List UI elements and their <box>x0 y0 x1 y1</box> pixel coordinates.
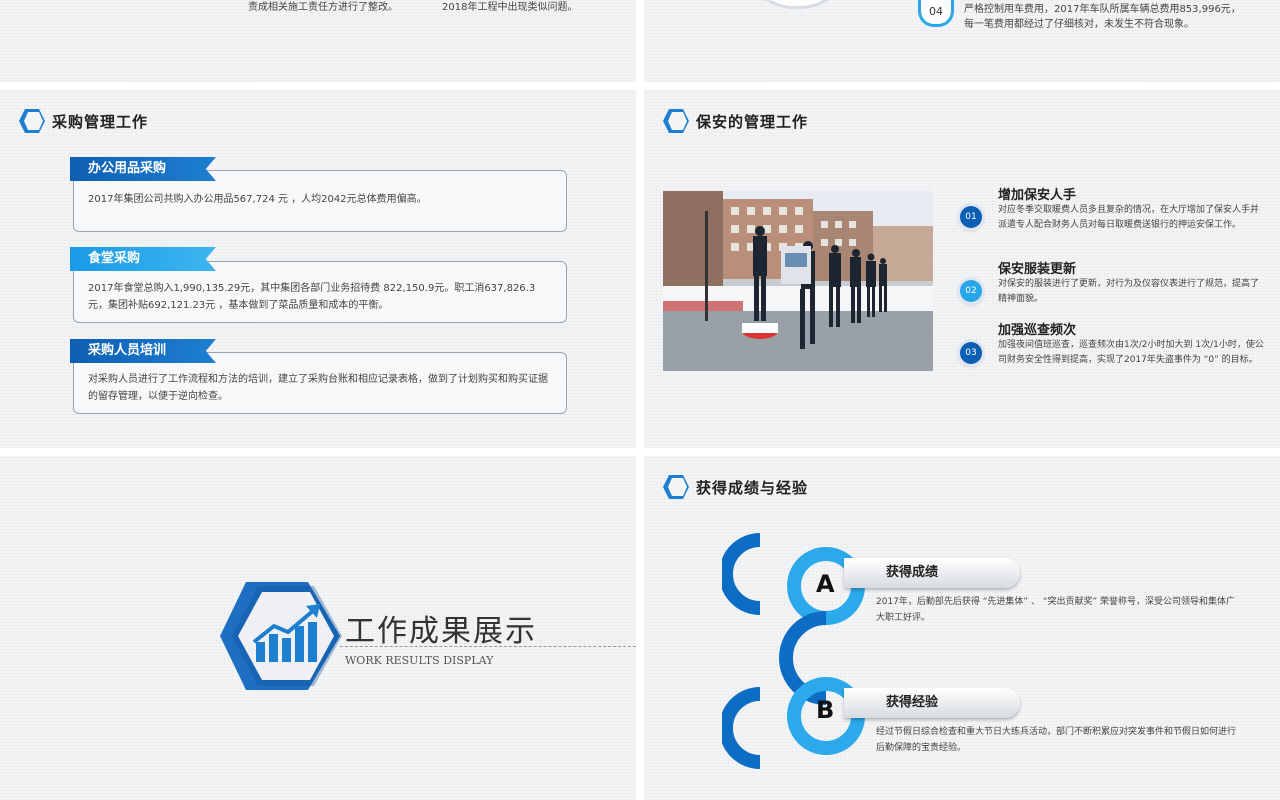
item-heading: 加强巡查频次 <box>998 323 1077 338</box>
number-badge: 04 <box>918 0 954 27</box>
slide-text: 严格控制用车费用，2017年车队所属车辆总费用853,996元， <box>964 4 1241 15</box>
slide-top-left: 责成相关施工责任方进行了整改。 2018年工程中出现类似问题。 <box>0 0 636 82</box>
box-text: 2017年集团公司共购入办公用品567,724 元 ，人均2042元总体费用偏高… <box>88 194 427 205</box>
result-text: 2017年，后勤部先后获得 “先进集体” 、 “突出贡献奖” 荣誉称号，深受公司… <box>876 597 1236 623</box>
result-letter: B <box>816 696 835 724</box>
slide-text: 2018年工程中出现类似问题。 <box>442 2 578 13</box>
slide-title-text: 保安的管理工作 <box>696 112 809 131</box>
slide-text: 责成相关施工责任方进行了整改。 <box>248 2 398 13</box>
number-badge: 02 <box>960 280 982 302</box>
item-body: 对保安的服装进行了更新，对行为及仪容仪表进行了规范，提高了精神面貌。 <box>998 279 1260 304</box>
slide-section-cover: 工作成果展示 WORK RESULTS DISPLAY <box>0 456 636 800</box>
item-body: 加强夜间值班巡查，巡查频次由1次/2小时加大到 1次/1小时，使公司财务安全性得… <box>998 340 1264 365</box>
box-text: 2017年食堂总购入1,990,135.29元，其中集团各部门业务招待费 822… <box>88 283 536 311</box>
divider-line <box>340 646 636 647</box>
cover-title: 工作成果展示 <box>345 614 537 649</box>
chart-growth-icon <box>218 580 342 692</box>
slide-title: 采购管理工作 <box>18 108 148 134</box>
result-label: 获得经验 <box>844 688 1020 718</box>
hexagon-icon <box>662 474 690 500</box>
slide-text: 每一笔费用都经过了仔细核对，未发生不符合现象。 <box>964 19 1194 30</box>
cover-subtitle: WORK RESULTS DISPLAY <box>345 654 494 667</box>
result-letter: A <box>816 570 835 598</box>
item-heading: 保安服装更新 <box>998 262 1077 277</box>
ribbon-label: 办公用品采购 <box>70 157 216 181</box>
slide-results: 获得成绩与经验 获得成绩 A 2017年，后勤部先后获得 “先进集体” 、 “突… <box>644 456 1280 800</box>
circle-graphic <box>744 0 850 9</box>
slide-title-text: 采购管理工作 <box>52 112 149 131</box>
slide-security: 保安的管理工作 01 增加保安人手 对应冬季交取暖费人员多且复杂的情况，在大厅增… <box>644 90 1280 448</box>
number-badge: 03 <box>960 342 982 364</box>
number-badge: 01 <box>960 206 982 228</box>
security-guards-photo <box>663 191 933 371</box>
box-text: 对采购人员进行了工作流程和方法的培训，建立了采购台账和相应记录表格，做到了计划购… <box>88 374 548 402</box>
slide-top-right: 04 严格控制用车费用，2017年车队所属车辆总费用853,996元， 每一笔费… <box>644 0 1280 82</box>
hexagon-icon <box>18 108 46 134</box>
result-label: 获得成绩 <box>844 558 1020 588</box>
item-heading: 增加保安人手 <box>998 188 1077 203</box>
result-text: 经过节假日综合检查和重大节日大练兵活动，部门不断积累应对突发事件和节假日如何进行… <box>876 727 1237 753</box>
item-body: 对应冬季交取暖费人员多且复杂的情况，在大厅增加了保安人手并派遣专人配合财务人员对… <box>998 205 1260 230</box>
slide-title-text: 获得成绩与经验 <box>696 478 809 497</box>
hexagon-icon <box>662 108 690 134</box>
slide-procurement: 采购管理工作 2017年集团公司共购入办公用品567,724 元 ，人均2042… <box>0 90 636 448</box>
ribbon-label: 食堂采购 <box>70 247 216 271</box>
slide-title: 获得成绩与经验 <box>662 474 808 500</box>
slide-title: 保安的管理工作 <box>662 108 808 134</box>
ribbon-label: 采购人员培训 <box>70 339 216 363</box>
number-text: 04 <box>929 5 943 18</box>
